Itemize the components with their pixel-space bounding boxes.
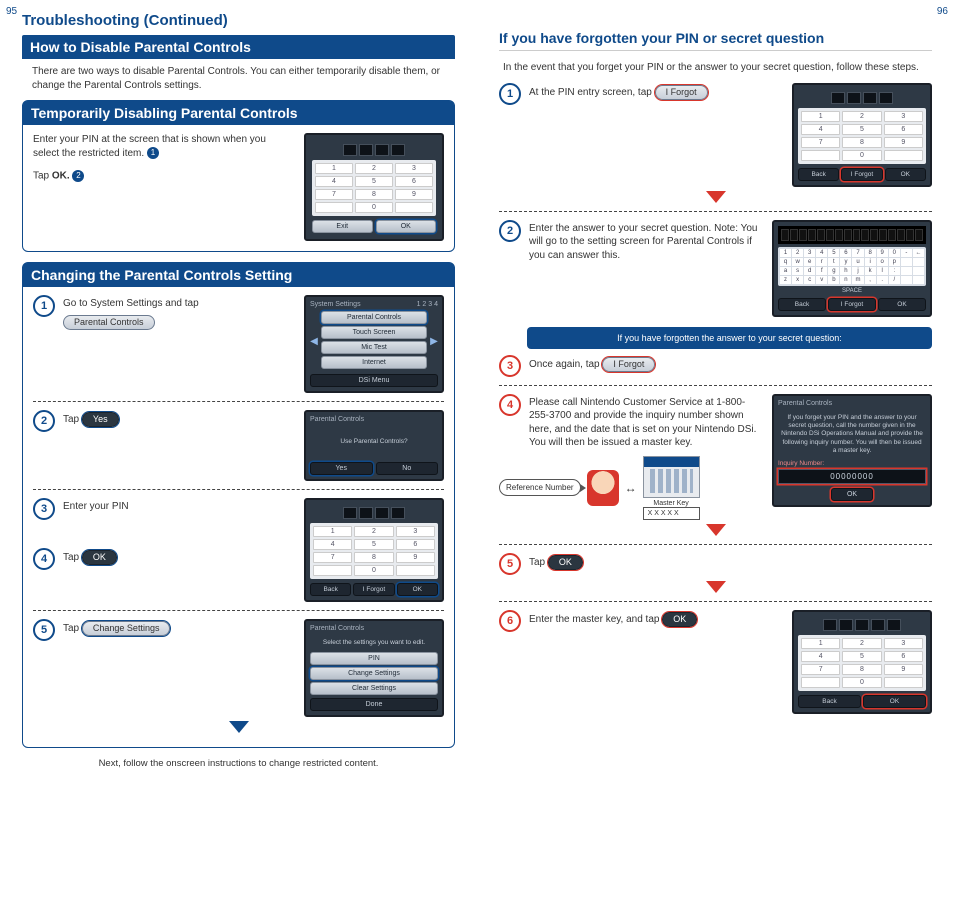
r-screen-back[interactable]: Back (798, 168, 839, 181)
r-screen-iforgot[interactable]: I Forgot (841, 168, 882, 181)
r-step-2-text: Enter the answer to your secret question… (529, 220, 760, 263)
note-forgot-answer: If you have forgotten the answer to your… (527, 327, 932, 349)
step-5-text: Tap (63, 624, 79, 635)
step-3-text: Enter your PIN (63, 498, 292, 520)
step-1-badge: 1 (33, 295, 55, 317)
r-screen-ok[interactable]: OK (885, 168, 926, 181)
ok-button[interactable]: OK (82, 550, 117, 565)
screen-change-settings-button[interactable]: Change Settings (310, 667, 438, 680)
screen-ok-button[interactable]: OK (376, 220, 437, 233)
panel-temp-disable: Temporarily Disabling Parental Controls … (22, 100, 455, 252)
breadcrumb: Troubleshooting (Continued) (22, 12, 455, 29)
temp-line1: Enter your PIN at the screen that is sho… (33, 133, 292, 160)
section-how-to-disable: How to Disable Parental Controls (22, 35, 455, 59)
menu-touch-screen[interactable]: Touch Screen (321, 326, 427, 339)
continue-arrow-icon (706, 581, 726, 593)
r-step-4-text: Please call Nintendo Customer Service at… (529, 394, 760, 450)
badge-1-icon: 1 (147, 147, 159, 159)
screen-clear-settings-button[interactable]: Clear Settings (310, 682, 438, 695)
step-2-screenshot: Parental Controls Use Parental Controls?… (304, 410, 444, 481)
step-3-badge: 3 (33, 498, 55, 520)
r-step-1-badge: 1 (499, 83, 521, 105)
step-4-badge: 4 (33, 548, 55, 570)
iforgot-button[interactable]: I Forgot (655, 85, 708, 100)
menu-internet[interactable]: Internet (321, 356, 427, 369)
r-step-2-screenshot: 1234567890-← qwertyuiop asdfghjkl: zxcvb… (772, 220, 932, 317)
section-forgot-pin: If you have forgotten your PIN or secret… (499, 30, 932, 51)
step-5-screenshot: Parental Controls Select the settings yo… (304, 619, 444, 716)
master-key-value: X X X X X (643, 507, 700, 520)
inquiry-number: 00000000 (778, 469, 926, 484)
r6-back[interactable]: Back (798, 695, 861, 708)
keypad: 123 456 789 0 (312, 160, 436, 216)
r-step-6-screenshot: 123 456 789 0 Back OK (792, 610, 932, 714)
step-5-badge: 5 (33, 619, 55, 641)
badge-2-icon: 2 (72, 170, 84, 182)
screen-no-button[interactable]: No (376, 462, 439, 475)
step-1-text: Go to System Settings and tap (63, 297, 292, 311)
screen-exit-button[interactable]: Exit (312, 220, 373, 233)
onscreen-keyboard[interactable]: 1234567890-← qwertyuiop asdfghjkl: zxcvb… (778, 247, 926, 286)
r-step-4-screenshot: Parental Controls If you forget your PIN… (772, 394, 932, 507)
screen-back-button[interactable]: Back (310, 583, 351, 596)
page-number-right: 96 (937, 6, 948, 17)
dsimenu-button[interactable]: DSi Menu (310, 374, 438, 387)
answer-input[interactable] (778, 226, 926, 244)
page-left: Support and Troubleshooting 95 Troublesh… (0, 0, 477, 911)
step-1-screenshot: System Settings1 2 3 4 ◀ Parental Contro… (304, 295, 444, 393)
r-step-5-text: Tap (529, 557, 545, 568)
r4-ok[interactable]: OK (831, 488, 873, 501)
r2-iforgot[interactable]: I Forgot (828, 298, 876, 311)
page-right: Support and Troubleshooting 96 If you ha… (477, 0, 954, 911)
continue-arrow-icon (706, 191, 726, 203)
parental-controls-button[interactable]: Parental Controls (63, 315, 155, 330)
footer-note: Next, follow the onscreen instructions t… (22, 758, 455, 769)
continue-arrow-icon (706, 524, 726, 536)
step-2-text: Tap (63, 414, 79, 425)
r-step-1-screenshot: 123 456 789 0 Back I Forgot OK (792, 83, 932, 187)
r-step-5-badge: 5 (499, 553, 521, 575)
r-step-1-text: At the PIN entry screen, tap (529, 87, 652, 98)
step-34-screenshot: 123 456 789 0 Back I Forgot OK (304, 498, 444, 602)
step-4-text: Tap (63, 553, 79, 564)
iforgot-button-2[interactable]: I Forgot (602, 357, 655, 372)
r-step-3-badge: 3 (499, 355, 521, 377)
screen-pin-button[interactable]: PIN (310, 652, 438, 665)
inquiry-label: Inquiry Number: (778, 460, 926, 467)
r-step-6-badge: 6 (499, 610, 521, 632)
screen-yes-button[interactable]: Yes (310, 462, 373, 475)
page-number-left: 95 (6, 6, 17, 17)
ok-button-2[interactable]: OK (548, 555, 583, 570)
right-intro: In the event that you forget your PIN or… (499, 55, 932, 83)
master-key-label: Master Key (643, 500, 700, 507)
panel-temp-title: Temporarily Disabling Parental Controls (23, 101, 454, 125)
r2-ok[interactable]: OK (878, 298, 926, 311)
reference-number-bubble: Reference Number (499, 479, 581, 496)
ok-button-3[interactable]: OK (662, 612, 697, 627)
screen-ok-button-2[interactable]: OK (397, 583, 438, 596)
screen-done-button[interactable]: Done (310, 698, 438, 711)
step-2-badge: 2 (33, 410, 55, 432)
panel-change-setting: Changing the Parental Controls Setting 1… (22, 262, 455, 748)
panel-change-title: Changing the Parental Controls Setting (23, 263, 454, 287)
screen-iforgot-button[interactable]: I Forgot (353, 583, 394, 596)
temp-screenshot: 123 456 789 0 Exit OK (304, 133, 444, 241)
r-step-6-text: Enter the master key, and tap (529, 614, 659, 625)
person-phone-icon (587, 470, 619, 506)
change-settings-button[interactable]: Change Settings (82, 621, 171, 636)
temp-line2: Tap OK. 2 (33, 170, 292, 182)
r2-back[interactable]: Back (778, 298, 826, 311)
menu-parental-controls[interactable]: Parental Controls (321, 311, 427, 324)
building-icon (643, 456, 700, 498)
r-step-2-badge: 2 (499, 220, 521, 242)
r6-ok[interactable]: OK (863, 695, 926, 708)
r-step-3-text: Once again, tap (529, 359, 600, 370)
intro-text: There are two ways to disable Parental C… (22, 59, 455, 100)
right-arrow-icon[interactable]: ▶ (430, 311, 438, 371)
continue-arrow-icon (229, 721, 249, 733)
yes-button[interactable]: Yes (82, 412, 119, 427)
left-arrow-icon[interactable]: ◀ (310, 311, 318, 371)
r-step-4-badge: 4 (499, 394, 521, 416)
menu-mic-test[interactable]: Mic Test (321, 341, 427, 354)
